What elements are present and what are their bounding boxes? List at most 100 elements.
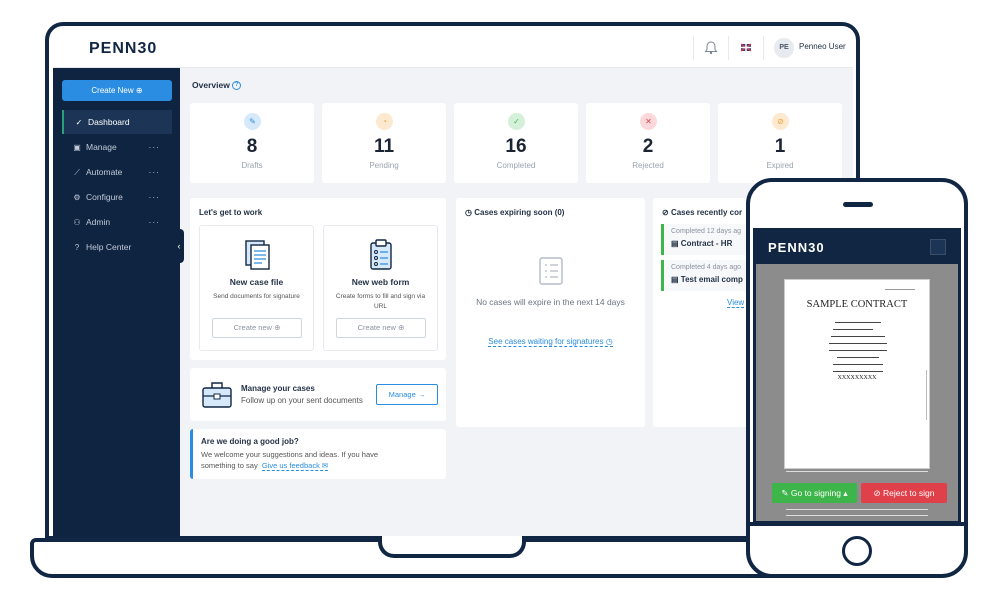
briefcase-icon: ▣	[73, 143, 81, 152]
case-file-desc: Send documents for signature	[213, 293, 300, 300]
avatar: PE	[774, 38, 794, 58]
manage-button[interactable]: Manage →	[376, 384, 438, 405]
contract-title: SAMPLE CONTRACT	[806, 299, 908, 310]
empty-list-icon	[539, 257, 563, 285]
language-button[interactable]	[728, 36, 762, 60]
home-button[interactable]	[842, 536, 872, 566]
caret-up-icon: ▴	[843, 488, 848, 498]
sidebar-item-manage[interactable]: ▣ Manage ···	[62, 135, 172, 159]
sidebar-item-automate[interactable]: ⟋ Automate ···	[62, 160, 172, 184]
feedback-title: Are we doing a good job?	[201, 437, 299, 446]
text-line	[833, 329, 873, 331]
document-icon	[245, 240, 270, 270]
case-name: Test email comp	[680, 275, 743, 284]
menu-icon[interactable]	[930, 239, 946, 255]
case-name: Contract - HR	[680, 239, 733, 248]
plus-circle-icon: ⊕	[398, 323, 405, 332]
manage-desc: Follow up on your sent documents	[241, 396, 363, 405]
web-form-desc: Create forms to fill and sign via URL	[335, 293, 426, 310]
expiring-heading: ◷ Cases expiring soon (0)	[465, 208, 564, 217]
stat-card-rejected[interactable]: ✕ 2 Rejected	[586, 103, 710, 183]
more-icon[interactable]: ···	[149, 185, 161, 209]
create-case-file-button[interactable]: Create new ⊕	[212, 318, 302, 338]
cases-expiring-card: ◷ Cases expiring soon (0) No cases will …	[456, 198, 645, 427]
gear-icon: ⚙	[73, 193, 81, 202]
clock-icon: ◔	[376, 113, 393, 130]
text-line	[833, 364, 883, 366]
sidebar: Create New ⊕ ✓ Dashboard ▣ Manage ··· ⟋ Auto…	[53, 68, 180, 536]
reject-to-sign-button[interactable]: ⊘ Reject to sign	[861, 483, 947, 503]
sidebar-item-dashboard[interactable]: ✓ Dashboard	[62, 110, 172, 134]
sidebar-item-admin[interactable]: ⚇ Admin ···	[62, 210, 172, 234]
stat-label: Expired	[766, 161, 794, 170]
feedback-text: We welcome your suggestions and ideas. I…	[201, 449, 406, 471]
pencil-icon: ✎	[781, 488, 789, 498]
stat-value: 8	[246, 136, 258, 157]
document-icon: ▤	[671, 239, 679, 248]
text-line	[833, 371, 883, 373]
text-line	[831, 336, 885, 338]
laptop-frame: PENN30 PE Penneo User Create New ⊕ ✓ Dash…	[45, 22, 860, 540]
sidebar-item-configure[interactable]: ⚙ Configure ···	[62, 185, 172, 209]
stat-value: 16	[505, 136, 527, 157]
megaphone-icon: ✉	[321, 461, 329, 470]
ban-icon: ⊘	[873, 488, 881, 498]
phone-screen: PENN30 SAMPLE CONTRACT XXXXXXXXX ✎ Go to…	[753, 228, 961, 524]
bell-icon	[704, 41, 718, 55]
document-icon: ▤	[671, 275, 679, 284]
new-web-form-card[interactable]: New web form Create forms to fill and si…	[323, 225, 438, 351]
phone-header: PENN30	[756, 231, 958, 264]
stat-card-expired[interactable]: ⊘ 1 Expired	[718, 103, 842, 183]
button-label: Create new	[357, 323, 396, 332]
pencil-icon: ✎	[244, 113, 261, 130]
stat-value: 1	[774, 136, 786, 157]
more-icon[interactable]: ···	[149, 210, 161, 234]
view-all-link[interactable]: View	[727, 298, 745, 308]
button-label: Create new	[233, 323, 272, 332]
go-to-signing-button[interactable]: ✎ Go to signing ▴	[772, 483, 857, 503]
view-link-row: View	[727, 298, 745, 308]
stat-card-completed[interactable]: ✓ 16 Completed	[454, 103, 578, 183]
stat-card-pending[interactable]: ◔ 11 Pending	[322, 103, 446, 183]
notifications-button[interactable]	[693, 36, 727, 60]
sidebar-item-label: Configure	[86, 192, 123, 202]
stat-label: Rejected	[632, 161, 664, 170]
text-line	[837, 357, 879, 359]
new-case-file-card[interactable]: New case file Send documents for signatu…	[199, 225, 314, 351]
give-feedback-link[interactable]: Give us feedback ✉	[261, 461, 329, 471]
stat-label: Drafts	[241, 161, 263, 170]
phone-logo: PENN30	[768, 240, 825, 255]
stat-card-drafts[interactable]: ✎ 8 Drafts	[190, 103, 314, 183]
expiring-empty-text: No cases will expire in the next 14 days	[476, 297, 625, 307]
stat-label: Completed	[496, 161, 536, 170]
clock-icon: ◷	[605, 337, 613, 346]
stat-value: 11	[373, 136, 395, 157]
web-form-title: New web form	[351, 277, 410, 287]
sidebar-item-label: Help Center	[86, 242, 132, 252]
text-line	[829, 343, 887, 345]
see-waiting-cases-link[interactable]: See cases waiting for signatures ◷	[488, 337, 613, 347]
get-to-work-card: Let's get to work New case file Send doc…	[190, 198, 446, 360]
case-meta: Completed 4 days ago	[671, 264, 742, 271]
text-line	[885, 289, 915, 290]
sidebar-item-help-center[interactable]: ? Help Center	[62, 235, 172, 259]
create-new-button[interactable]: Create New ⊕	[62, 80, 172, 101]
text-line	[829, 350, 887, 352]
info-icon[interactable]: ?	[232, 81, 242, 91]
more-icon[interactable]: ···	[149, 135, 161, 159]
question-icon: ?	[74, 243, 80, 252]
card-title: Let's get to work	[199, 208, 263, 217]
case-name-row: ▤ Test email comp	[671, 275, 743, 284]
check-circle-icon: ✓	[75, 118, 83, 127]
button-label: Reject to sign	[883, 488, 935, 498]
overview-heading: Overview ?	[192, 80, 242, 91]
app-logo: PENN30	[89, 40, 158, 57]
user-menu[interactable]: PE Penneo User	[763, 36, 853, 60]
text-line	[786, 515, 928, 516]
contract-document[interactable]: SAMPLE CONTRACT XXXXXXXXX	[784, 279, 930, 469]
more-icon[interactable]: ···	[149, 160, 161, 184]
plus-circle-icon: ⊕	[274, 323, 281, 332]
create-web-form-button[interactable]: Create new ⊕	[336, 318, 426, 338]
plus-circle-icon: ⊕	[135, 86, 143, 95]
user-name: Penneo User	[799, 42, 846, 51]
